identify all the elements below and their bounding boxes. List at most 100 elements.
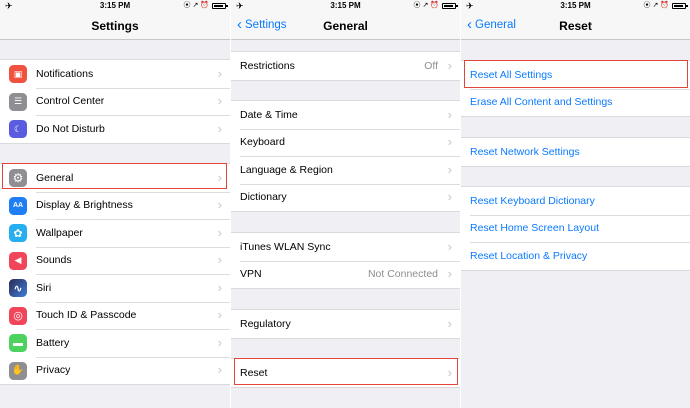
nav-bar: Settings bbox=[0, 12, 230, 40]
settings-item-wallpaper[interactable]: ✿ Wallpaper › bbox=[0, 219, 230, 247]
settings-item-general[interactable]: ⚙ General › bbox=[0, 164, 230, 192]
general-item-label: Regulatory bbox=[240, 317, 291, 330]
page-title: Reset bbox=[559, 19, 592, 33]
nav-bar: ‹ General Reset bbox=[461, 12, 690, 40]
settings-group-1: ▣ Notifications › ☰ Control Center › ☾ D… bbox=[0, 59, 230, 144]
status-right-icons: ⦿ ↗ ⏰ bbox=[184, 0, 228, 12]
status-indicator-icons: ⦿ ↗ ⏰ bbox=[413, 2, 439, 9]
chevron-right-icon: › bbox=[447, 315, 452, 331]
settings-screen: ✈ 3:15 PM ⦿ ↗ ⏰ Settings ▣ Notifications… bbox=[0, 0, 230, 408]
chevron-right-icon: › bbox=[217, 252, 222, 268]
battery-icon: ▬ bbox=[9, 334, 27, 352]
settings-item-sounds[interactable]: ◀ Sounds › bbox=[0, 246, 230, 275]
general-group-3: iTunes WLAN Sync › VPN Not Connected › bbox=[231, 232, 460, 289]
general-group-1: Restrictions Off › bbox=[231, 51, 460, 81]
three-screen-panel: ✈ 3:15 PM ⦿ ↗ ⏰ Settings ▣ Notifications… bbox=[0, 0, 690, 408]
chevron-right-icon: › bbox=[447, 57, 452, 73]
battery-status-icon bbox=[442, 3, 458, 9]
status-right-icons: ⦿ ↗ ⏰ bbox=[413, 0, 458, 12]
settings-item-control-center[interactable]: ☰ Control Center › bbox=[0, 87, 230, 116]
sounds-icon: ◀ bbox=[9, 251, 27, 270]
general-item-value: Not Connected bbox=[367, 268, 438, 281]
general-item-restrictions[interactable]: Restrictions Off › bbox=[231, 52, 460, 80]
wallpaper-icon: ✿ bbox=[9, 224, 27, 242]
general-item-itunes-wlan-sync[interactable]: iTunes WLAN Sync › bbox=[231, 233, 460, 261]
settings-item-label: Privacy bbox=[36, 364, 71, 377]
general-item-label: Reset bbox=[240, 366, 268, 379]
battery-status-icon bbox=[672, 3, 688, 9]
chevron-right-icon: › bbox=[447, 134, 452, 150]
settings-item-label: Battery bbox=[36, 336, 70, 349]
battery-status-icon bbox=[212, 3, 228, 9]
siri-icon: ∿ bbox=[9, 279, 27, 297]
chevron-right-icon: › bbox=[217, 65, 222, 81]
chevron-right-icon: › bbox=[217, 224, 222, 240]
settings-item-notifications[interactable]: ▣ Notifications › bbox=[0, 60, 230, 88]
reset-item-label: Reset Location & Privacy bbox=[470, 249, 588, 262]
settings-item-label: Wallpaper bbox=[36, 226, 83, 239]
moon-icon: ☾ bbox=[9, 120, 27, 138]
erase-all-content-button[interactable]: Erase All Content and Settings bbox=[461, 88, 690, 117]
general-item-label: iTunes WLAN Sync bbox=[240, 240, 331, 253]
notifications-icon: ▣ bbox=[9, 65, 27, 83]
chevron-right-icon: › bbox=[447, 238, 452, 254]
display-icon: AA bbox=[9, 196, 27, 215]
general-item-reset[interactable]: Reset › bbox=[231, 359, 460, 387]
reset-screen: ✈ 3:15 PM ⦿ ↗ ⏰ ‹ General Reset Reset Al… bbox=[460, 0, 690, 408]
general-item-label: VPN bbox=[240, 268, 262, 281]
settings-item-label: Display & Brightness bbox=[36, 199, 133, 212]
general-item-keyboard[interactable]: Keyboard › bbox=[231, 128, 460, 157]
reset-location-privacy-button[interactable]: Reset Location & Privacy bbox=[461, 242, 690, 270]
chevron-right-icon: › bbox=[447, 161, 452, 177]
chevron-right-icon: › bbox=[217, 362, 222, 378]
settings-item-label: Sounds bbox=[36, 254, 72, 267]
reset-group-2: Reset Network Settings bbox=[461, 137, 690, 167]
page-title: Settings bbox=[91, 19, 139, 33]
reset-group-1: Reset All Settings Erase All Content and… bbox=[461, 60, 690, 117]
general-item-date-time[interactable]: Date & Time › bbox=[231, 101, 460, 129]
settings-group-2: ⚙ General › AA Display & Brightness › ✿ … bbox=[0, 163, 230, 385]
general-item-regulatory[interactable]: Regulatory › bbox=[231, 310, 460, 338]
general-item-vpn[interactable]: VPN Not Connected › bbox=[231, 260, 460, 289]
settings-item-label: Control Center bbox=[36, 95, 105, 108]
page-title: General bbox=[323, 19, 368, 33]
general-group-4: Regulatory › bbox=[231, 309, 460, 339]
settings-item-privacy[interactable]: ✋ Privacy › bbox=[0, 356, 230, 385]
chevron-right-icon: › bbox=[217, 93, 222, 109]
reset-item-label: Reset All Settings bbox=[470, 68, 553, 81]
settings-item-siri[interactable]: ∿ Siri › bbox=[0, 274, 230, 302]
chevron-right-icon: › bbox=[217, 279, 222, 295]
settings-item-label: Siri bbox=[36, 281, 52, 294]
general-item-label: Language & Region bbox=[240, 163, 333, 176]
settings-item-do-not-disturb[interactable]: ☾ Do Not Disturb › bbox=[0, 115, 230, 143]
settings-item-label: Notifications bbox=[36, 67, 94, 80]
reset-all-settings-button[interactable]: Reset All Settings bbox=[461, 61, 690, 89]
settings-item-label: General bbox=[36, 171, 74, 184]
general-item-language-region[interactable]: Language & Region › bbox=[231, 156, 460, 184]
general-item-label: Dictionary bbox=[240, 191, 287, 204]
control-center-icon: ☰ bbox=[9, 92, 27, 111]
chevron-right-icon: › bbox=[217, 169, 222, 185]
reset-home-screen-layout-button[interactable]: Reset Home Screen Layout bbox=[461, 214, 690, 243]
chevron-right-icon: › bbox=[447, 364, 452, 380]
status-bar: ✈ 3:15 PM ⦿ ↗ ⏰ bbox=[231, 0, 460, 12]
general-item-label: Keyboard bbox=[240, 136, 285, 149]
settings-item-battery[interactable]: ▬ Battery › bbox=[0, 329, 230, 357]
general-group-2: Date & Time › Keyboard › Language & Regi… bbox=[231, 100, 460, 212]
status-bar: ✈ 3:15 PM ⦿ ↗ ⏰ bbox=[0, 0, 230, 12]
fingerprint-icon: ◎ bbox=[9, 306, 27, 325]
chevron-right-icon: › bbox=[217, 334, 222, 350]
status-bar: ✈ 3:15 PM ⦿ ↗ ⏰ bbox=[461, 0, 690, 12]
general-item-value: Off bbox=[424, 59, 438, 72]
reset-network-settings-button[interactable]: Reset Network Settings bbox=[461, 138, 690, 166]
general-screen: ✈ 3:15 PM ⦿ ↗ ⏰ ‹ Settings General Restr… bbox=[230, 0, 460, 408]
status-indicator-icons: ⦿ ↗ ⏰ bbox=[643, 2, 669, 9]
settings-item-touch-id[interactable]: ◎ Touch ID & Passcode › bbox=[0, 301, 230, 330]
chevron-right-icon: › bbox=[447, 266, 452, 282]
chevron-right-icon: › bbox=[217, 307, 222, 323]
chevron-right-icon: › bbox=[217, 120, 222, 136]
settings-item-display-brightness[interactable]: AA Display & Brightness › bbox=[0, 191, 230, 220]
general-item-dictionary[interactable]: Dictionary › bbox=[231, 183, 460, 212]
reset-keyboard-dictionary-button[interactable]: Reset Keyboard Dictionary bbox=[461, 187, 690, 215]
gear-icon: ⚙ bbox=[9, 169, 27, 187]
